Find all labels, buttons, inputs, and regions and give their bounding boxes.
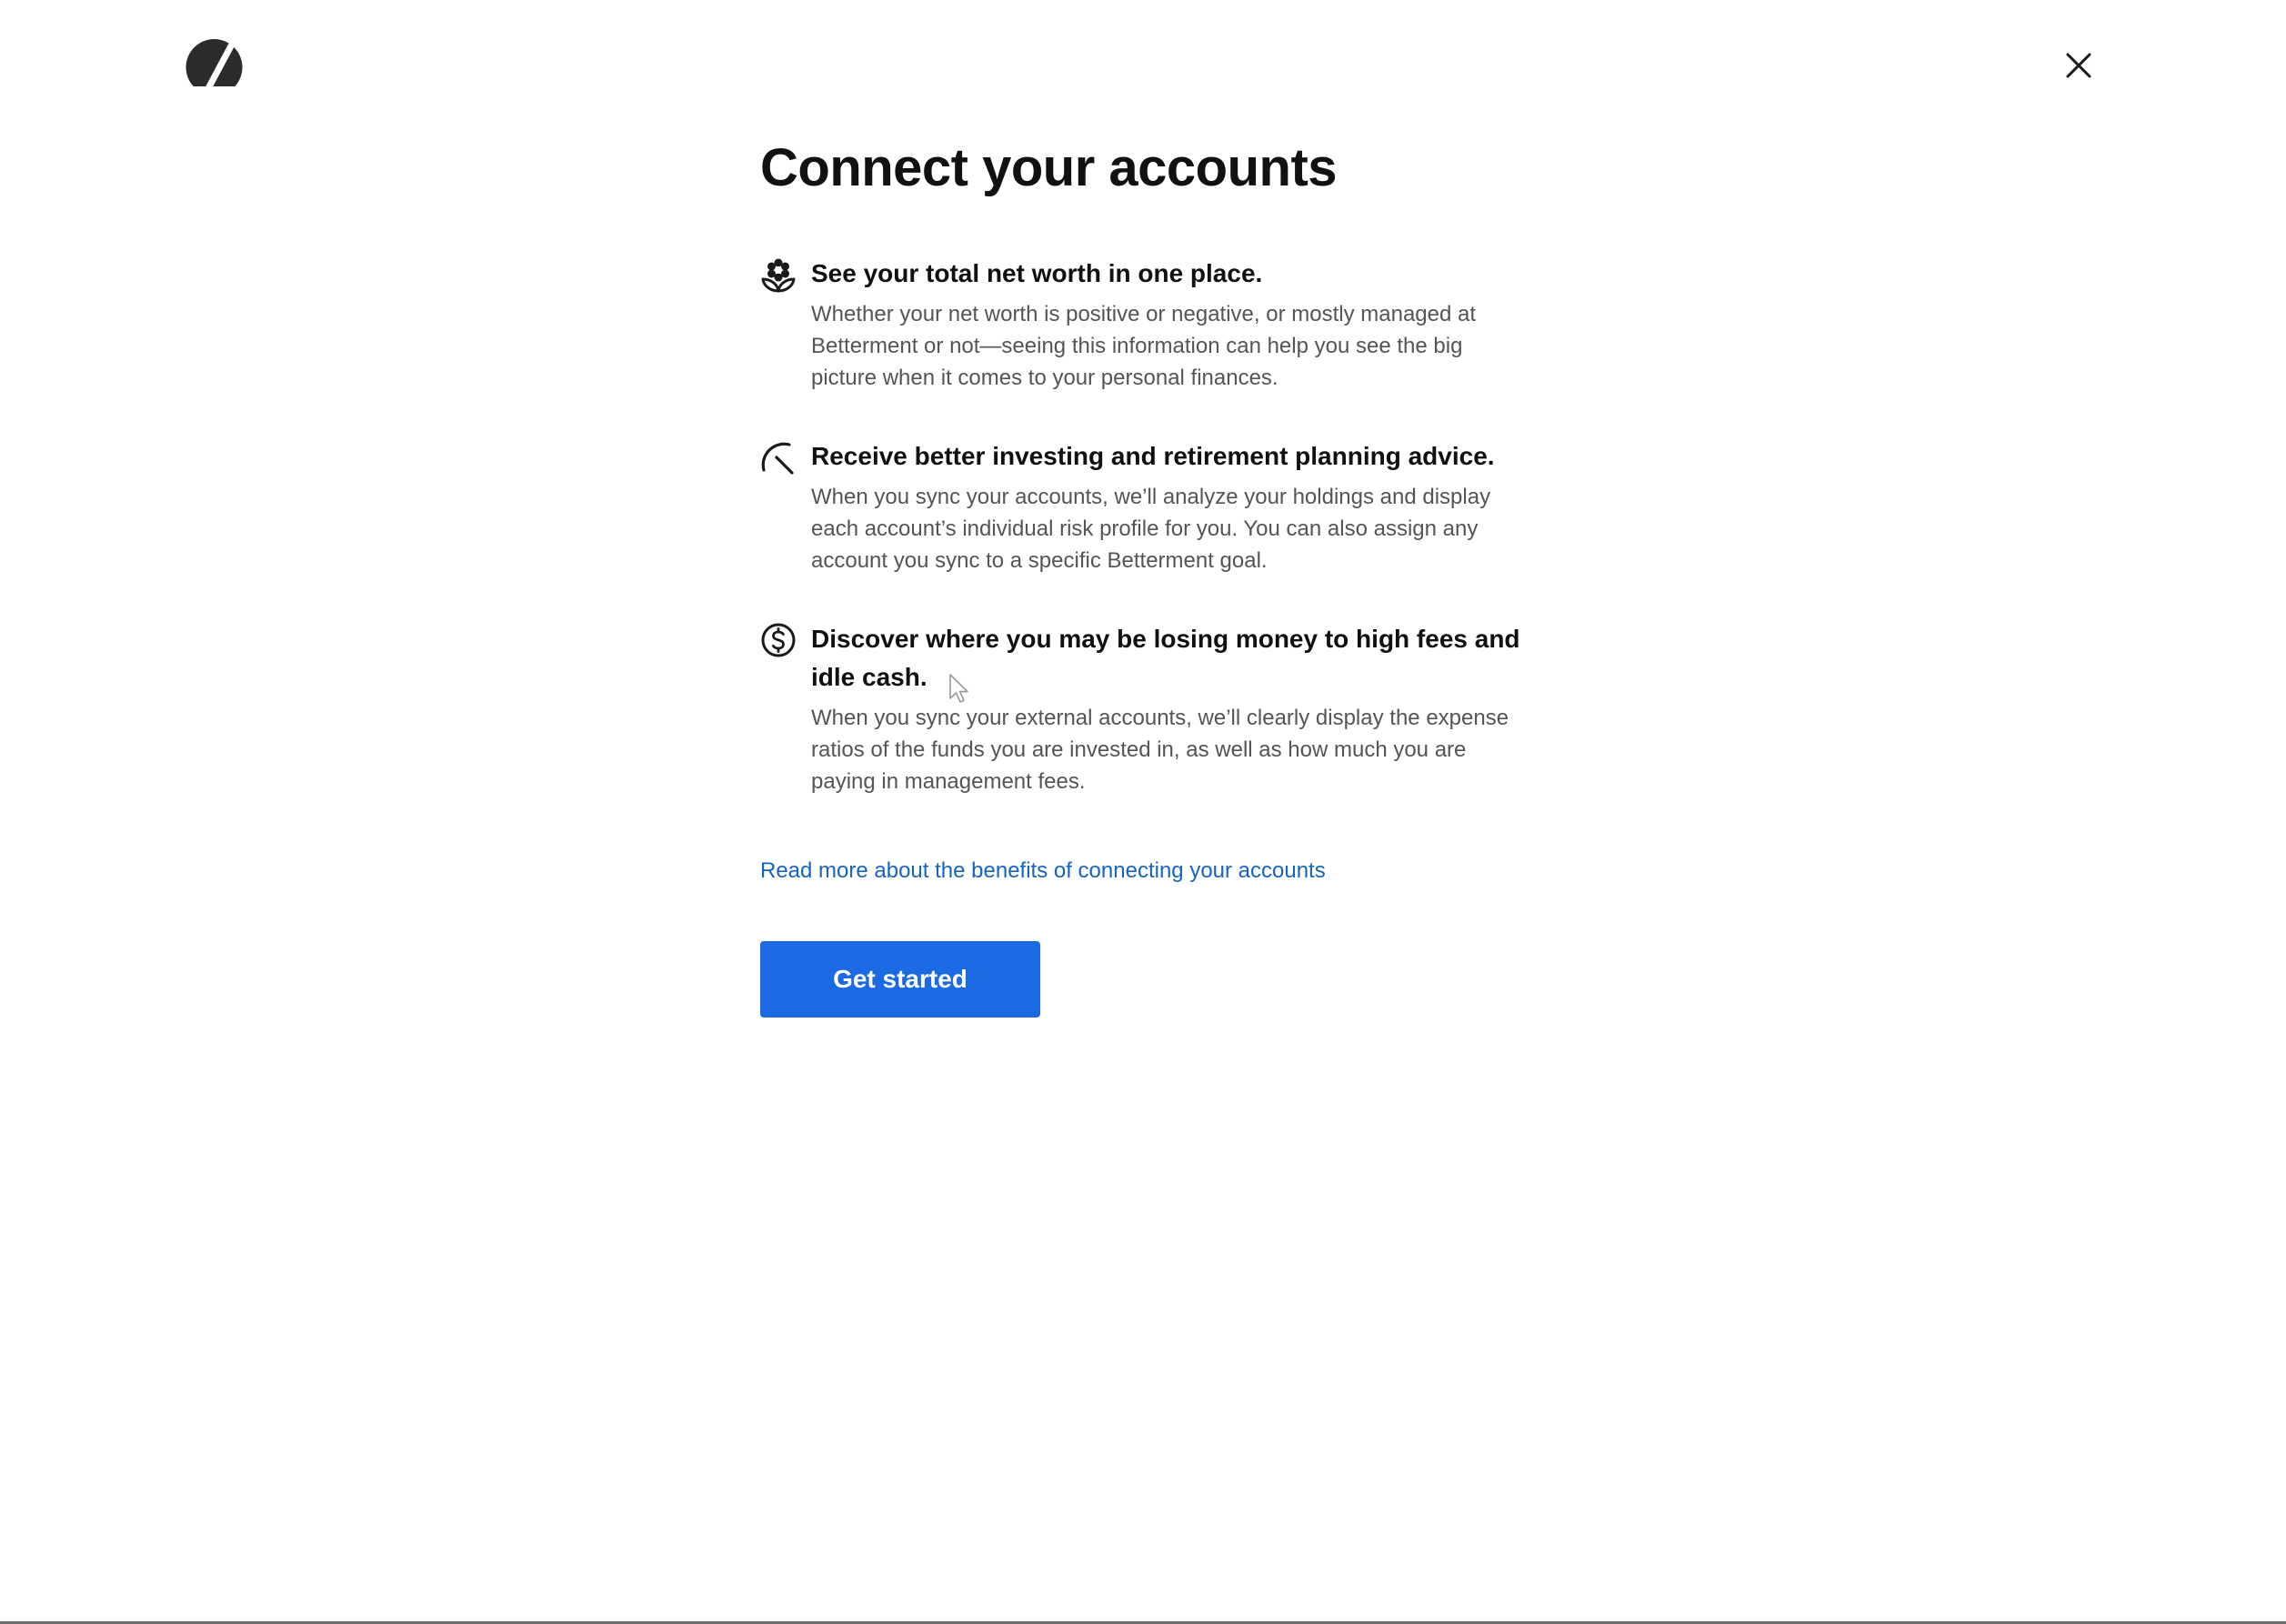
feature-description: When you sync your external accounts, we…	[811, 706, 1509, 794]
get-started-button[interactable]: Get started	[760, 941, 1040, 1018]
feature-heading: Receive better investing and retirement …	[811, 442, 1495, 470]
main-content: Connect your accounts See your total net…	[760, 135, 1524, 1018]
page-title: Connect your accounts	[760, 138, 1338, 197]
connect-accounts-page: Connect your accounts See your total net…	[0, 0, 2286, 1624]
feature-fees: Discover where you may be losing money t…	[760, 620, 1524, 797]
close-icon[interactable]	[2060, 47, 2097, 84]
link-row: Read more about the benefits of connecti…	[760, 856, 1524, 887]
feature-description: Whether your net worth is positive or ne…	[811, 302, 1477, 390]
benefits-link[interactable]: Read more about the benefits of connecti…	[760, 856, 1326, 887]
feature-advice: Receive better investing and retirement …	[760, 437, 1524, 576]
feature-net-worth: See your total net worth in one place. W…	[760, 255, 1524, 394]
feature-heading: See your total net worth in one place.	[811, 259, 1263, 287]
cta-row: Get started	[760, 941, 1524, 1018]
betterment-logo-icon	[185, 39, 243, 86]
dollar-circle-icon	[761, 623, 796, 657]
feature-description: When you sync your accounts, we’ll analy…	[811, 485, 1491, 573]
flower-icon	[761, 258, 796, 293]
gauge-icon	[761, 442, 794, 475]
mouse-cursor-icon	[949, 674, 968, 703]
feature-heading: Discover where you may be losing money t…	[811, 625, 1520, 691]
